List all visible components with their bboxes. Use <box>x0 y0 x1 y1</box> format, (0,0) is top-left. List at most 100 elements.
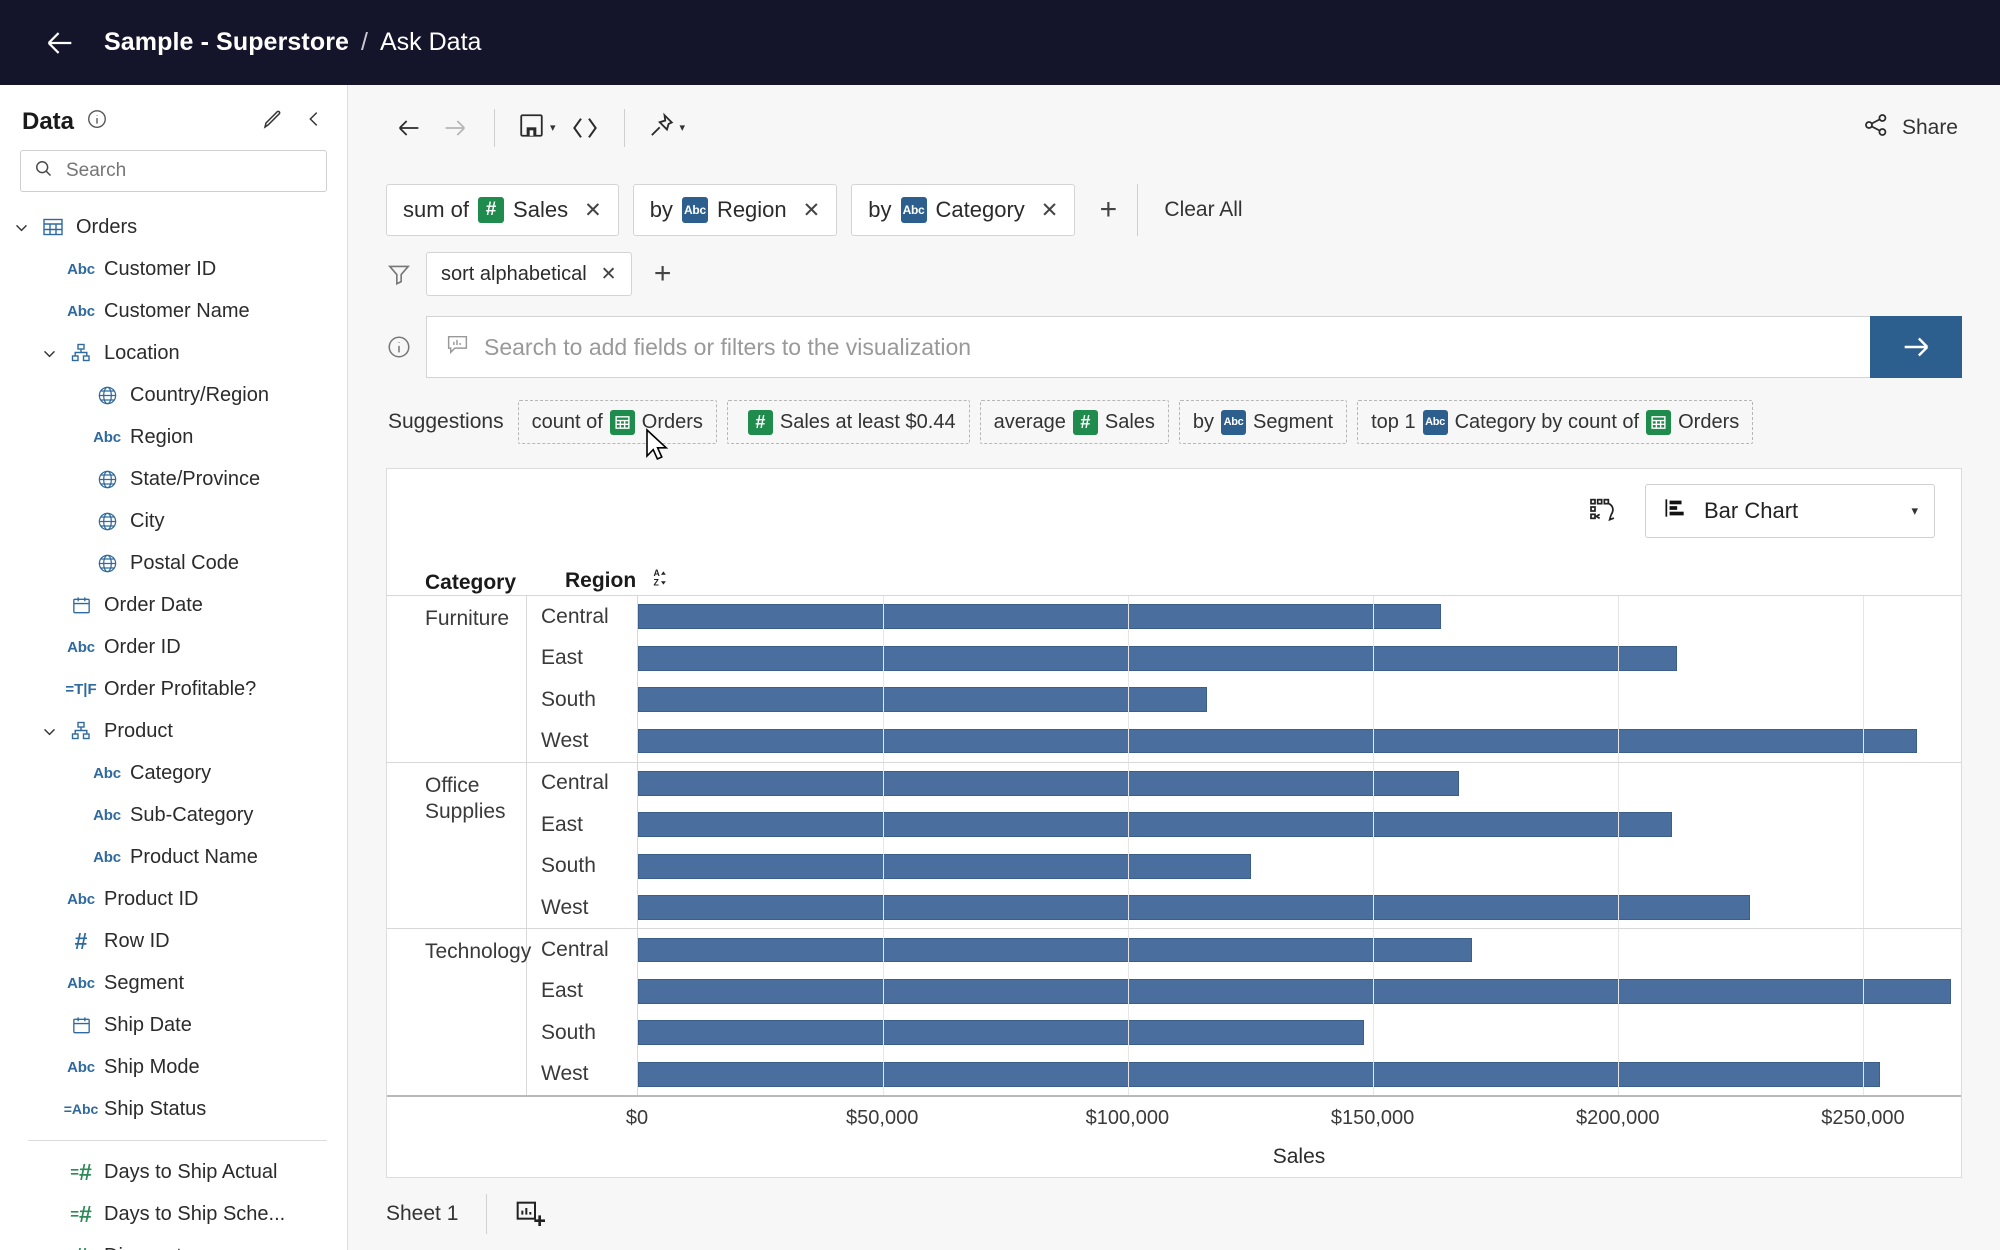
chart-type-select[interactable]: Bar Chart ▾ <box>1645 484 1935 538</box>
remove-filter-icon[interactable]: ✕ <box>601 263 617 286</box>
suggestion-2[interactable]: # Sales at least $0.44 <box>726 400 970 444</box>
swap-axes-icon[interactable] <box>1579 487 1627 535</box>
suggestion-3[interactable]: average # Sales <box>979 400 1169 444</box>
field-item-location[interactable]: Location <box>0 332 347 374</box>
chevron-down-icon[interactable] <box>8 219 34 236</box>
bar-west[interactable] <box>638 895 1750 921</box>
bar-south[interactable] <box>638 1020 1364 1046</box>
add-field-button[interactable]: + <box>1089 191 1127 229</box>
bar-east[interactable] <box>638 979 1952 1004</box>
field-item-region[interactable]: Abc Region <box>0 416 347 458</box>
share-button[interactable]: Share <box>1852 105 1968 150</box>
bar-south[interactable] <box>638 853 1251 879</box>
field-item-days-to-ship-sche[interactable]: = # Days to Ship Sche... <box>0 1193 347 1235</box>
field-item-country-region[interactable]: Country/Region <box>0 374 347 416</box>
chart-row: South <box>527 678 1961 721</box>
back-arrow-icon[interactable] <box>40 23 80 63</box>
info-icon[interactable] <box>86 108 108 135</box>
field-item-product[interactable]: Product <box>0 710 347 752</box>
region-label: West <box>541 1062 589 1086</box>
remove-pill-icon[interactable]: ✕ <box>803 198 821 223</box>
field-item-category[interactable]: Abc Category <box>0 752 347 794</box>
query-pill-category[interactable]: by Abc Category ✕ <box>851 184 1076 236</box>
field-item-product-name[interactable]: Abc Product Name <box>0 836 347 878</box>
embed-code-button[interactable] <box>562 105 608 151</box>
field-item-ship-date[interactable]: Ship Date <box>0 1004 347 1046</box>
axis-tick: $0 <box>625 1107 649 1129</box>
table-chip-icon <box>609 409 635 435</box>
field-item-ship-status[interactable]: =Abc Ship Status <box>0 1088 347 1130</box>
search-input[interactable] <box>66 160 314 182</box>
bar-central[interactable] <box>638 770 1459 796</box>
field-item-customer-id[interactable]: Abc Customer ID <box>0 248 347 290</box>
ask-input-wrap[interactable] <box>426 316 1870 378</box>
pencil-icon[interactable] <box>261 107 285 136</box>
query-pill-region[interactable]: by Abc Region ✕ <box>632 184 838 236</box>
field-item-ship-mode[interactable]: Abc Ship Mode <box>0 1046 347 1088</box>
query-pill-sales[interactable]: sum of # Sales ✕ <box>386 184 619 236</box>
suggestion-5[interactable]: top 1 Abc Category by count of Orders <box>1357 400 1754 444</box>
field-item-days-to-ship-actual[interactable]: = # Days to Ship Actual <box>0 1151 347 1193</box>
bar-east[interactable] <box>638 812 1673 838</box>
save-button[interactable]: ▾ <box>511 107 562 149</box>
pin-button[interactable]: ▾ <box>641 107 692 149</box>
search-box[interactable] <box>20 150 327 192</box>
field-label: Customer ID <box>104 257 217 280</box>
bar-central[interactable] <box>638 604 1441 630</box>
bar-west[interactable] <box>638 1061 1880 1087</box>
remove-pill-icon[interactable]: ✕ <box>584 198 602 223</box>
field-item-order-id[interactable]: Abc Order ID <box>0 626 347 668</box>
field-item-discount[interactable]: # Discount <box>0 1235 347 1250</box>
field-label: Order Profitable? <box>104 677 257 700</box>
clear-all-button[interactable]: Clear All <box>1164 198 1242 222</box>
field-item-customer-name[interactable]: Abc Customer Name <box>0 290 347 332</box>
suggestion-text: Sales at least $0.44 <box>779 410 956 433</box>
field-item-segment[interactable]: Abc Segment <box>0 962 347 1004</box>
abc-icon: Abc <box>67 890 95 908</box>
field-item-row-id[interactable]: # Row ID <box>0 920 347 962</box>
viz-toolbar: Bar Chart ▾ <box>387 469 1961 553</box>
chevron-down-icon[interactable] <box>36 723 62 740</box>
breadcrumb-workbook[interactable]: Sample - Superstore <box>104 28 349 57</box>
nav-back-button[interactable] <box>386 105 432 151</box>
field-item-product-id[interactable]: Abc Product ID <box>0 878 347 920</box>
field-item-state-province[interactable]: State/Province <box>0 458 347 500</box>
ask-info-icon[interactable] <box>386 316 426 378</box>
suggestion-1[interactable]: count of Orders <box>517 400 717 444</box>
query-pill-row: sum of # Sales ✕ by Abc Region ✕ by Abc Category ✕ … <box>386 170 1962 236</box>
filter-pill-sort-alphabetical[interactable]: sort alphabetical ✕ <box>426 252 632 296</box>
calendar-icon <box>62 594 100 617</box>
dimension-icon: Abc <box>900 197 927 223</box>
suggestion-4[interactable]: by Abc Segment <box>1178 400 1348 444</box>
field-item-orders[interactable]: Orders <box>0 206 347 248</box>
query-divider <box>1137 184 1139 236</box>
grid-line <box>1863 886 1864 929</box>
field-label: City <box>130 509 165 532</box>
new-sheet-icon[interactable] <box>513 1198 546 1230</box>
save-icon <box>517 111 546 145</box>
pill-field: Sales <box>513 197 569 222</box>
sort-ascending-icon[interactable]: A Z <box>650 567 668 595</box>
field-item-postal-code[interactable]: Postal Code <box>0 542 347 584</box>
field-item-city[interactable]: City <box>0 500 347 542</box>
abc-icon: Abc <box>93 806 121 824</box>
field-item-order-date[interactable]: Order Date <box>0 584 347 626</box>
bar-south[interactable] <box>638 687 1208 712</box>
field-item-order-profitable[interactable]: =T|F Order Profitable? <box>0 668 347 710</box>
chevron-down-icon[interactable] <box>36 345 62 362</box>
field-item-sub-category[interactable]: Abc Sub-Category <box>0 794 347 836</box>
ask-data-input[interactable] <box>484 333 1852 361</box>
bar-east[interactable] <box>638 645 1678 671</box>
region-label: West <box>541 895 589 919</box>
suggestion-text: average <box>993 410 1066 433</box>
field-list[interactable]: Orders Abc Customer ID Abc Customer Name Loca… <box>0 200 347 1250</box>
sheet-tab-sheet1[interactable]: Sheet 1 <box>386 1202 486 1226</box>
ask-submit-button[interactable] <box>1870 316 1962 378</box>
nav-forward-button[interactable] <box>432 105 478 151</box>
add-filter-button[interactable]: + <box>644 255 682 293</box>
remove-pill-icon[interactable]: ✕ <box>1041 198 1059 223</box>
bar-central[interactable] <box>638 937 1473 963</box>
abc-icon: Abc <box>67 1058 95 1076</box>
chevron-left-icon[interactable] <box>303 108 325 135</box>
bar-west[interactable] <box>638 728 1917 754</box>
